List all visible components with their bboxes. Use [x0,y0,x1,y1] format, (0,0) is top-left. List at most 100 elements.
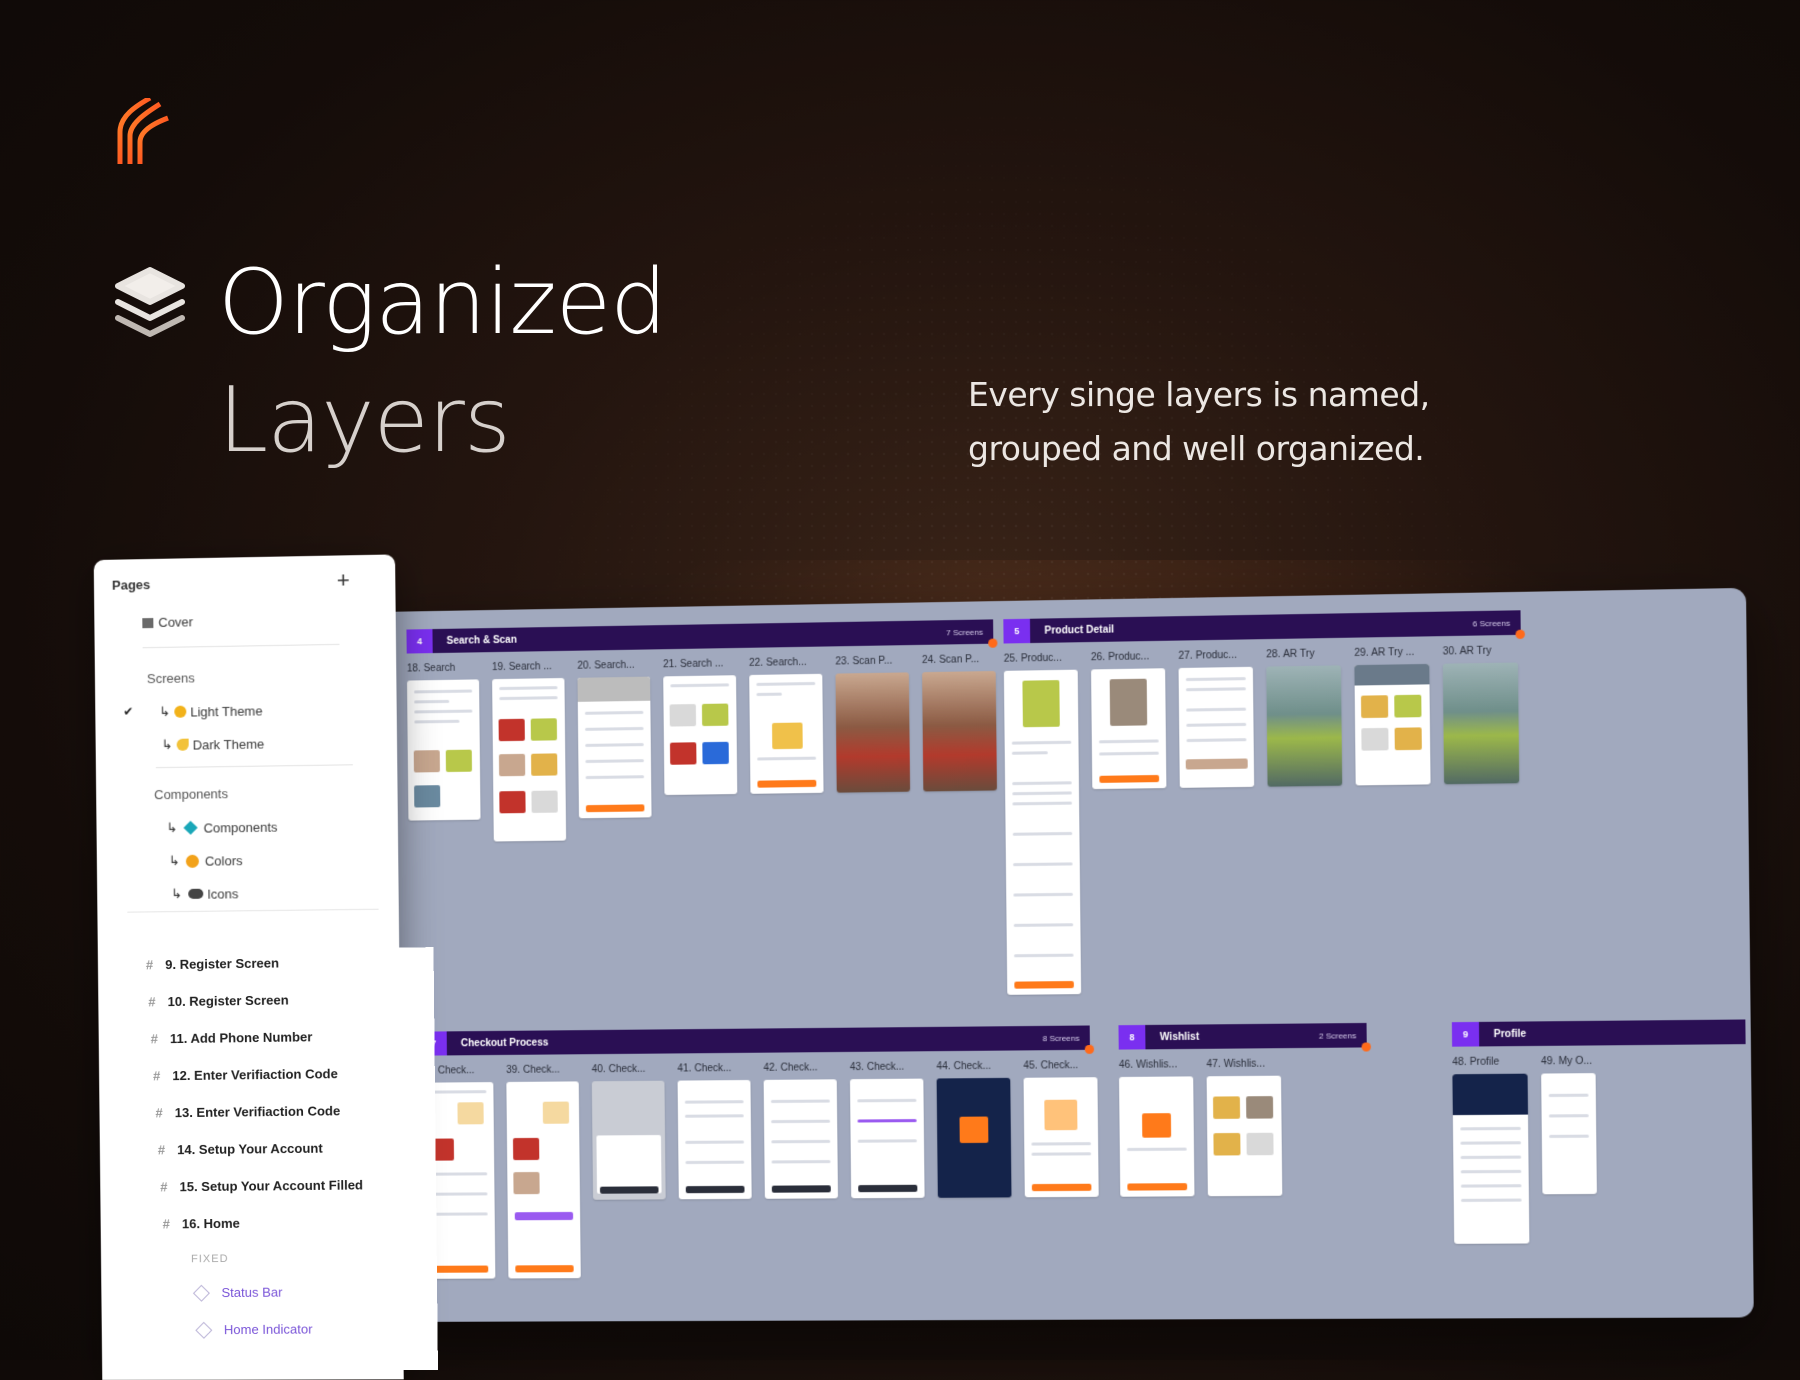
section-count: 8 Screens [1043,1033,1080,1042]
screen-thumbnail [1091,668,1166,789]
section-indicator-dot [988,639,997,648]
add-page-plus-icon[interactable]: + [337,567,350,593]
frame[interactable]: 27. Produc... [1178,649,1262,788]
frame[interactable]: 24. Scan P... [922,654,1005,792]
frame[interactable]: 40. Check... [592,1064,674,1200]
frame[interactable]: 44. Check... [936,1061,1019,1198]
frame[interactable]: 48. Profile [1452,1056,1538,1244]
frame-label: 46. Wishlis... [1119,1059,1202,1071]
divider [127,909,378,913]
pages-panel[interactable]: Pages + Cover Screens ✔ ↳ Light Theme ↳ … [94,554,404,1380]
checkmark-icon: ✔ [123,704,133,718]
components-heading: Components [154,786,228,802]
frame[interactable]: 49. My O... [1541,1056,1597,1195]
divider [143,644,340,648]
screen-thumbnail [678,1080,752,1199]
section-title: Search & Scan [447,634,517,646]
frame-label: 42. Check... [763,1062,844,1074]
frame[interactable]: 23. Scan P... [835,655,918,793]
section-header[interactable]: 9 Profile [1452,1019,1746,1046]
frame-label: 22. Search... [749,657,830,669]
section-indicator-dot [1085,1045,1094,1054]
layers-icon [112,264,188,340]
section-number: 9 [1452,1022,1479,1047]
design-canvas[interactable]: 4 Search & Scan 7 Screens 18. Search 19.… [376,588,1754,1322]
frame[interactable]: 41. Check... [677,1063,759,1199]
frame[interactable]: 30. AR Try [1443,645,1528,784]
frame[interactable]: 39. Check... [506,1064,589,1278]
page-label: Colors [205,853,243,869]
frame[interactable]: 20. Search... [577,659,659,818]
screen-thumbnail [1004,670,1081,995]
frame[interactable]: 29. AR Try ... [1354,646,1439,785]
screen-thumbnail [1207,1076,1283,1197]
page-label: Cover [158,614,193,630]
section-title: Wishlist [1160,1031,1200,1043]
frame[interactable]: 26. Produc... [1091,651,1175,789]
page-item-components[interactable]: ↳ Components [166,819,277,837]
section-indicator-dot [1362,1042,1371,1051]
section-title: Checkout Process [461,1037,549,1049]
screen-thumbnail [592,1081,666,1200]
diamond-icon [183,821,197,835]
frame-label: 29. AR Try ... [1354,646,1437,659]
frame[interactable]: 25. Produc... [1004,652,1090,995]
frame[interactable]: 19. Search ... [492,661,574,842]
frame-label: 24. Scan P... [922,654,1004,666]
section-number: 8 [1118,1025,1145,1050]
frame[interactable]: 45. Check... [1023,1060,1107,1197]
screen-thumbnail [850,1079,925,1199]
page-label: Light Theme [190,703,262,719]
frame-label: 19. Search ... [492,661,572,673]
frame[interactable]: 28. AR Try [1266,648,1350,787]
page-item-light-theme[interactable]: ↳ Light Theme [159,702,262,720]
frame[interactable]: 38. Check... [421,1065,503,1279]
frame[interactable]: 43. Check... [850,1061,933,1198]
screen-thumbnail [1452,1074,1529,1244]
palette-icon [186,854,199,867]
section-title: Profile [1494,1028,1527,1040]
title-line-2: Layers [218,368,510,473]
page-item-colors[interactable]: ↳ Colors [169,852,243,869]
frame-label: 20. Search... [577,659,658,671]
section-header[interactable]: 5 Product Detail 6 Screens [1003,610,1520,643]
section-header[interactable]: 7 Checkout Process 8 Screens [421,1025,1090,1055]
page-item-dark-theme[interactable]: ↳ Dark Theme [162,735,265,753]
frame-label: 28. AR Try [1266,648,1349,661]
section-number: 7 [421,1031,447,1055]
page-item-cover[interactable]: Cover [142,614,193,630]
section-header[interactable]: 4 Search & Scan 7 Screens [406,619,993,653]
branch-arrow-icon: ↳ [166,820,177,836]
divider [156,764,353,768]
section-count: 2 Screens [1319,1031,1356,1041]
branch-arrow-icon: ↳ [162,737,173,753]
sun-icon [174,706,186,718]
frame[interactable]: 42. Check... [763,1062,846,1199]
page-label: Dark Theme [193,736,265,752]
frame[interactable]: 47. Wishlis... [1206,1058,1290,1196]
screen-thumbnail [663,675,737,795]
screen-thumbnail [492,678,566,842]
frame-label: 30. AR Try [1443,645,1527,658]
frame-label: 21. Search ... [663,658,744,670]
frame-label: 25. Produc... [1004,652,1086,664]
description-text: Every singe layers is named, grouped and… [968,368,1528,476]
page-item-icons[interactable]: ↳ Icons [171,885,238,902]
screen-thumbnail [506,1081,580,1278]
brand-logo [96,98,170,164]
section-header[interactable]: 8 Wishlist 2 Screens [1118,1023,1366,1050]
frame[interactable]: 22. Search... [749,657,832,794]
frame[interactable]: 18. Search [407,662,489,820]
frame-label: 45. Check... [1023,1060,1105,1072]
image-icon [142,618,153,628]
section-count: 7 Screens [946,627,983,637]
section-title: Product Detail [1044,624,1114,636]
screen-thumbnail [836,672,911,792]
frame-label: 48. Profile [1452,1056,1536,1068]
screens-heading: Screens [147,670,195,686]
screen-thumbnail [1443,662,1519,784]
frame[interactable]: 21. Search ... [663,658,745,795]
frame-label: 43. Check... [850,1061,932,1073]
section-number: 4 [406,629,432,653]
frame[interactable]: 46. Wishlis... [1119,1059,1203,1197]
